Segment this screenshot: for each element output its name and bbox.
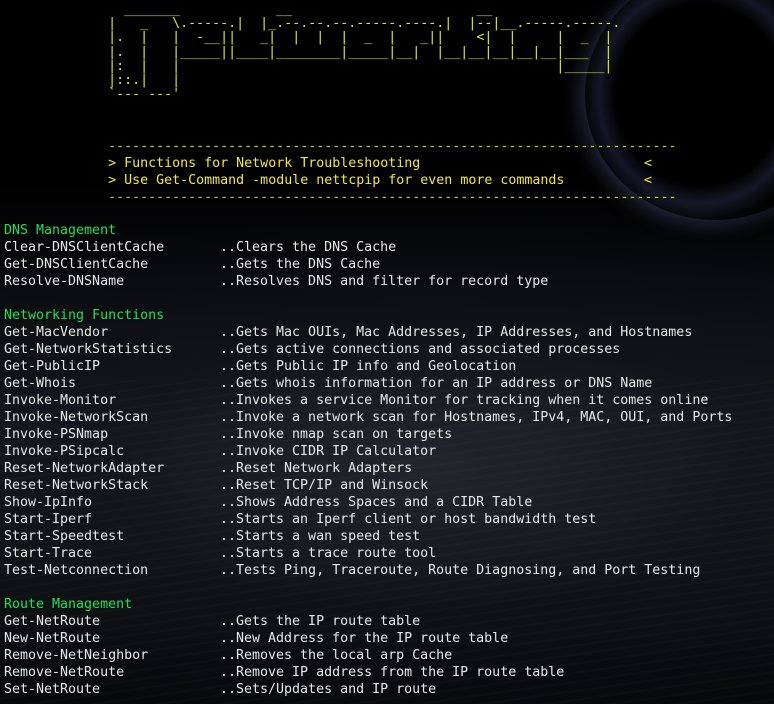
command-name: Resolve-DNSName (4, 274, 125, 289)
command-row: Invoke-Monitor ..Invokes a service Monito… (4, 392, 708, 409)
command-description: ..Resolves DNS and filter for record typ… (220, 274, 549, 289)
command-description: ..Gets Mac OUIs, Mac Addresses, IP Addre… (220, 325, 693, 340)
command-description: ..Remove IP address from the IP route ta… (220, 665, 565, 680)
command-description: ..Invoke a network scan for Hostnames, I… (220, 410, 733, 425)
logo-line: _______ __ __ (4, 2, 493, 17)
command-name: Invoke-PSipcalc (4, 444, 125, 459)
command-description: ..Sets/Updates and IP route (220, 682, 437, 697)
command-row: Invoke-NetworkScan ..Invoke a network sca… (4, 409, 732, 426)
command-description: ..Gets the IP route table (220, 614, 421, 629)
command-row: Get-DNSClientCache ..Gets the DNS Cache (4, 256, 380, 273)
command-name: Get-Whois (4, 376, 77, 391)
banner-text-get-command: Use Get-Command -module nettcpip for eve… (124, 173, 565, 188)
command-row: Start-Iperf ..Starts an Iperf client or h… (4, 511, 596, 528)
command-row: Resolve-DNSName ..Resolves DNS and filter… (4, 273, 548, 290)
command-row: Reset-NetworkStack ..Reset TCP/IP and Win… (4, 477, 428, 494)
command-description: ..Starts a trace route tool (220, 546, 437, 561)
logo-line: |. | |_____||____|________|_____|__| |__… (4, 44, 613, 60)
logo-line: |::.| | (4, 73, 181, 89)
command-description: ..Gets the DNS Cache (220, 257, 381, 272)
command-row: Remove-NetRoute ..Remove IP address from … (4, 664, 564, 681)
command-description: ..Removes the local arp Cache (220, 648, 453, 663)
banner-marker: > (108, 156, 125, 171)
banner-separator-bottom: ----------------------------------------… (4, 190, 677, 205)
command-name: Show-IpInfo (4, 495, 93, 510)
command-row: Remove-NetNeighbor ..Removes the local ar… (4, 647, 452, 664)
command-row: Start-Speedtest ..Starts a wan speed test (4, 528, 420, 545)
command-description: ..Shows Address Spaces and a CIDR Table (220, 495, 533, 510)
banner-end-marker: < (644, 156, 653, 171)
command-name: Start-Speedtest (4, 529, 125, 544)
command-name: New-NetRoute (4, 631, 101, 646)
command-description: ..New Address for the IP route table (220, 631, 509, 646)
command-name: Reset-NetworkStack (4, 478, 149, 493)
logo-line: | _ \.-----.| |_.--.--.--.-----.----.| |… (4, 16, 621, 32)
section-heading: Networking Functions (4, 308, 165, 323)
command-name: Reset-NetworkAdapter (4, 461, 165, 476)
banner-row-get-command: > Use Get-Command -module nettcpip for e… (4, 172, 652, 189)
command-row: Get-NetRoute ..Gets the IP route table (4, 613, 420, 630)
command-description: ..Invoke CIDR IP Calculator (220, 444, 437, 459)
command-name: Remove-NetRoute (4, 665, 125, 680)
command-row: Set-NetRoute ..Sets/Updates and IP route (4, 681, 436, 698)
command-description: ..Invoke nmap scan on targets (220, 427, 453, 442)
section-heading: DNS Management (4, 223, 117, 238)
logo-line: |: | | |_____| (4, 58, 613, 74)
command-description: ..Reset TCP/IP and Winsock (220, 478, 429, 493)
command-description: ..Clears the DNS Cache (220, 240, 397, 255)
command-description: ..Gets active connections and associated… (220, 342, 621, 357)
terminal-window: _______ __ __ | _ \.-----.| |_.--.--.--.… (0, 0, 774, 704)
command-name: Remove-NetNeighbor (4, 648, 149, 663)
command-name: Test-Netconnection (4, 563, 149, 578)
command-name: Set-NetRoute (4, 682, 101, 697)
command-row: Show-IpInfo ..Shows Address Spaces and a … (4, 494, 532, 511)
command-row: Get-Whois ..Gets whois information for an… (4, 375, 652, 392)
command-description: ..Reset Network Adapters (220, 461, 413, 476)
logo-line: `--- ---' (4, 87, 181, 103)
section-heading: Route Management (4, 597, 133, 612)
command-name: Start-Trace (4, 546, 93, 561)
networking-ascii-logo: _______ __ __ | _ \.-----.| |_.--.--.--.… (4, 2, 621, 103)
command-name: Get-DNSClientCache (4, 257, 149, 272)
banner-end-marker: < (644, 173, 653, 188)
command-row: Test-Netconnection ..Tests Ping, Tracerou… (4, 562, 700, 579)
command-row: Get-PublicIP ..Gets Public IP info and Ge… (4, 358, 516, 375)
command-name: Get-NetworkStatistics (4, 342, 173, 357)
command-description: ..Gets whois information for an IP addre… (220, 376, 653, 391)
command-row: Invoke-PSipcalc ..Invoke CIDR IP Calculat… (4, 443, 436, 460)
command-name: Invoke-NetworkScan (4, 410, 149, 425)
command-name: Get-MacVendor (4, 325, 109, 340)
banner-separator-top: ----------------------------------------… (4, 139, 677, 154)
banner-row-functions: > Functions for Network Troubleshooting < (4, 155, 652, 172)
command-row: Invoke-PSNmap ..Invoke nmap scan on targe… (4, 426, 452, 443)
command-description: ..Starts an Iperf client or host bandwid… (220, 512, 597, 527)
banner-text-functions: Functions for Network Troubleshooting (124, 156, 421, 171)
command-name: Invoke-PSNmap (4, 427, 109, 442)
command-description: ..Tests Ping, Traceroute, Route Diagnosi… (220, 563, 701, 578)
command-description: ..Starts a wan speed test (220, 529, 421, 544)
logo-line: |. | | -__|| _| | | | _ | _|| <| | | _ | (4, 30, 613, 46)
command-row: New-NetRoute ..New Address for the IP rou… (4, 630, 508, 647)
command-description: ..Gets Public IP info and Geolocation (220, 359, 517, 374)
command-name: Clear-DNSClientCache (4, 240, 165, 255)
command-row: Start-Trace ..Starts a trace route tool (4, 545, 436, 562)
command-row: Reset-NetworkAdapter ..Reset Network Adap… (4, 460, 412, 477)
command-description: ..Invokes a service Monitor for tracking… (220, 393, 709, 408)
command-name: Get-PublicIP (4, 359, 101, 374)
command-name: Get-NetRoute (4, 614, 101, 629)
banner-marker: > (108, 173, 125, 188)
command-row: Get-MacVendor ..Gets Mac OUIs, Mac Addres… (4, 324, 692, 341)
command-name: Invoke-Monitor (4, 393, 117, 408)
command-row: Clear-DNSClientCache ..Clears the DNS Cac… (4, 239, 396, 256)
command-name: Start-Iperf (4, 512, 93, 527)
command-row: Get-NetworkStatistics ..Gets active conne… (4, 341, 620, 358)
